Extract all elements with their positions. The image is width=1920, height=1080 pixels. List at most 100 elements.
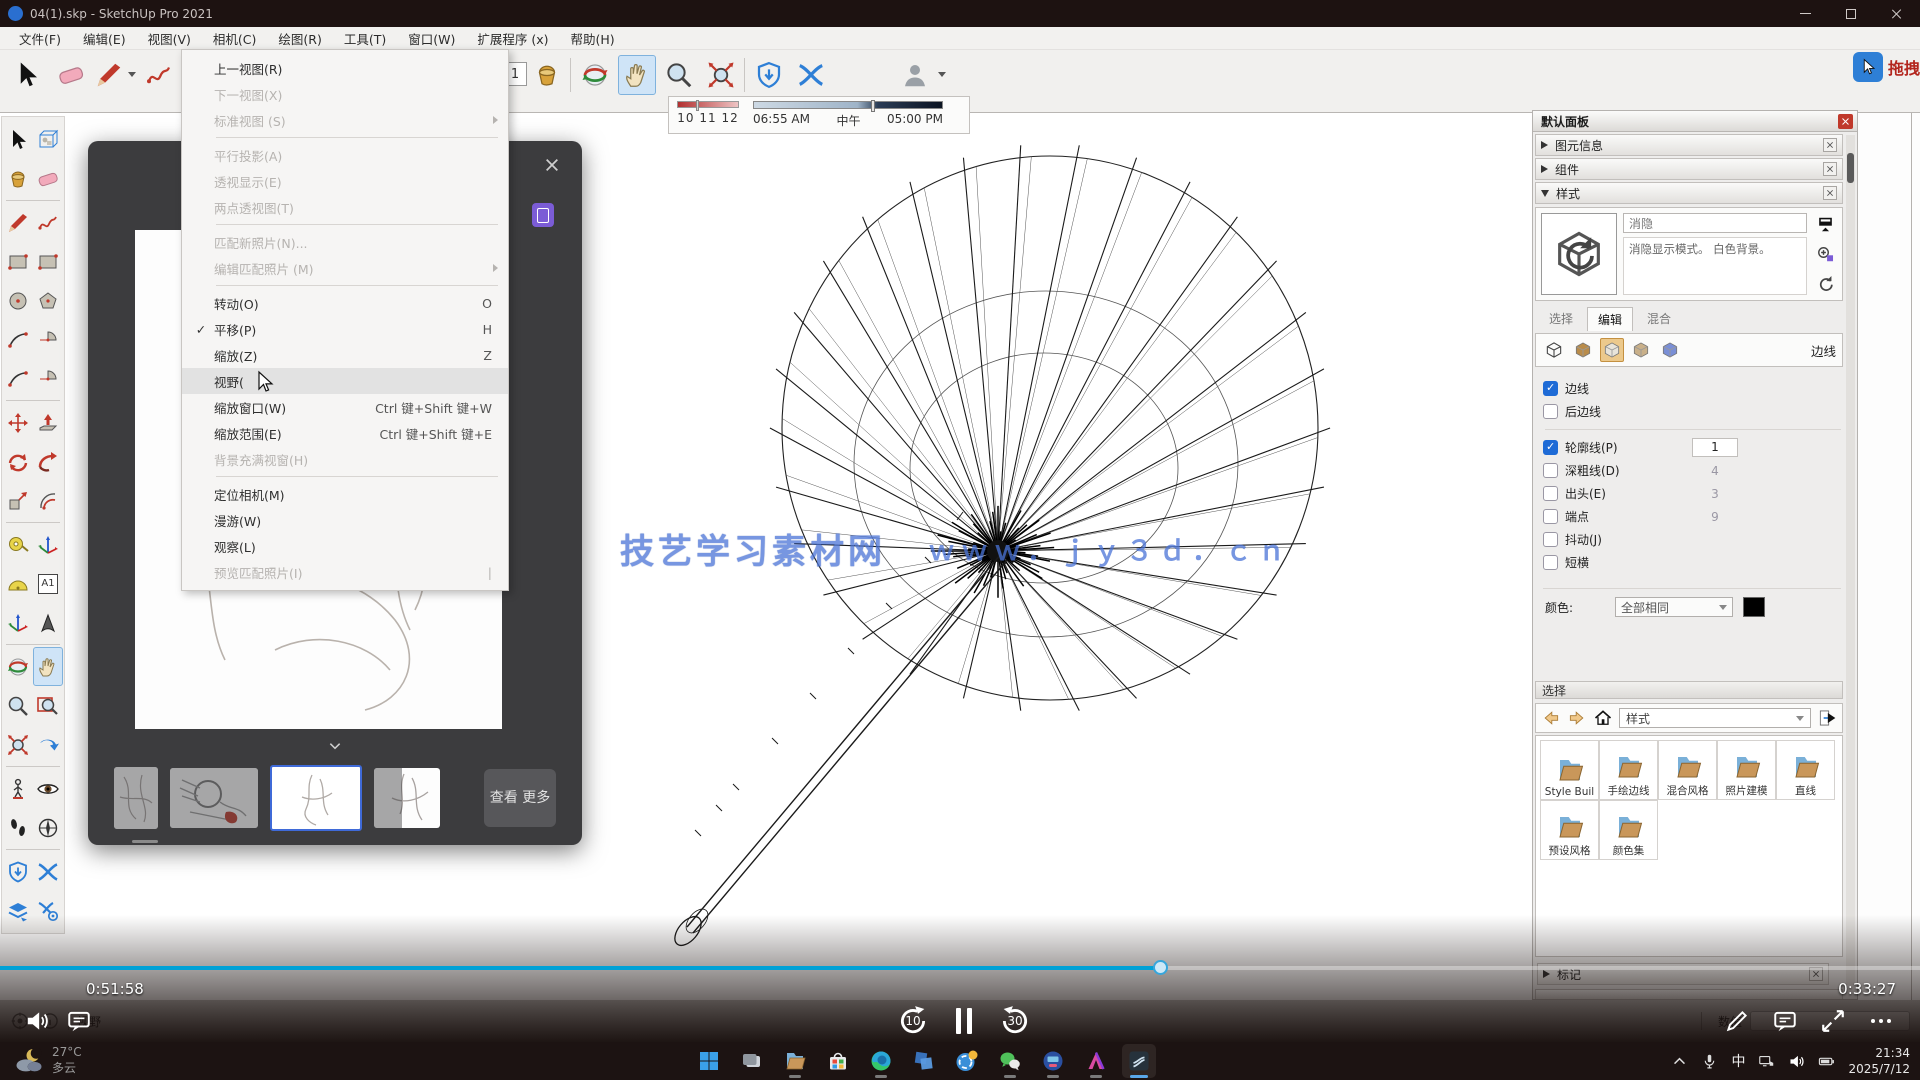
line-tool-button[interactable] (94, 55, 124, 95)
check-profiles[interactable]: 轮廓线(P)1 (1543, 436, 1843, 459)
menu-file[interactable]: 文件(F) (8, 27, 72, 50)
position-camera-tool[interactable] (3, 769, 33, 808)
start-button[interactable] (692, 1044, 726, 1078)
menu-item-walk[interactable]: 漫游(W) (182, 507, 508, 533)
zoom-extents-tool[interactable] (3, 725, 33, 764)
sketchup-taskbar-button[interactable] (1122, 1044, 1156, 1078)
network-icon[interactable] (1758, 1053, 1775, 1070)
paint-bucket-button[interactable] (528, 55, 566, 95)
watermark-settings-icon[interactable] (1629, 338, 1653, 362)
section-styles[interactable]: 样式 (1535, 182, 1843, 204)
subtitle-icon[interactable] (1772, 1008, 1798, 1034)
wechat-button[interactable] (993, 1044, 1027, 1078)
design-app-button[interactable] (1079, 1044, 1113, 1078)
offset-tool[interactable] (33, 481, 63, 520)
media-app-button[interactable] (1036, 1044, 1070, 1078)
microphone-icon[interactable] (1701, 1053, 1718, 1070)
tab-mix[interactable]: 混合 (1637, 307, 1681, 331)
rotate-tool[interactable] (3, 442, 33, 481)
pan-tool-button[interactable] (618, 55, 656, 95)
fullscreen-icon[interactable] (1820, 1008, 1846, 1034)
weather-widget[interactable]: 27°C 多云 (14, 1045, 82, 1076)
check-endpoints[interactable]: 端点9 (1543, 505, 1843, 528)
forward-30-button[interactable]: 30 (998, 1004, 1032, 1038)
eraser-tool[interactable] (33, 159, 63, 198)
section-entity-info[interactable]: 图元信息 (1535, 134, 1843, 156)
photos-button[interactable] (907, 1044, 941, 1078)
menu-tools[interactable]: 工具(T) (333, 27, 397, 50)
menu-item-orbit[interactable]: 转动(O)O (182, 290, 508, 316)
eraser-tool-button[interactable] (52, 55, 90, 95)
make-component-tool[interactable] (33, 120, 63, 159)
style-folder[interactable]: 混合风格 (1658, 740, 1717, 800)
menu-help[interactable]: 帮助(H) (560, 27, 626, 50)
3d-text-tool[interactable] (33, 603, 63, 642)
menu-item-zoom-extents[interactable]: 缩放范围(E)Ctrl 键+Shift 键+E (182, 420, 508, 446)
polygon-tool[interactable] (33, 281, 63, 320)
background-settings-icon[interactable] (1600, 338, 1624, 362)
thumbnail-2[interactable] (170, 768, 258, 828)
drag-overlay-badge[interactable]: 拖拽 (1853, 52, 1920, 82)
profiles-value-input[interactable]: 1 (1692, 438, 1738, 457)
tab-edit[interactable]: 编辑 (1587, 307, 1633, 331)
extension-wave-button[interactable] (792, 55, 830, 95)
edge-button[interactable] (864, 1044, 898, 1078)
circle-tool[interactable] (3, 281, 33, 320)
extension-layers-tool[interactable] (3, 891, 33, 930)
ime-indicator[interactable]: 中 (1731, 1051, 1745, 1071)
pan-tool[interactable] (33, 647, 63, 686)
edge-color-swatch[interactable] (1743, 597, 1765, 617)
store-button[interactable] (821, 1044, 855, 1078)
edge-settings-icon[interactable] (1542, 338, 1566, 362)
arc-3pt-tool[interactable] (3, 359, 33, 398)
menu-item-zoom-window[interactable]: 缩放窗口(W)Ctrl 键+Shift 键+W (182, 394, 508, 420)
progress-handle[interactable] (1153, 960, 1168, 975)
update-style-icon[interactable] (1816, 274, 1835, 293)
axes-tool[interactable] (3, 603, 33, 642)
style-folder[interactable]: 颜色集 (1599, 800, 1658, 860)
freehand-tool-button[interactable] (140, 55, 178, 95)
zoom-window-tool[interactable] (33, 686, 63, 725)
pause-button[interactable] (956, 1008, 972, 1034)
scale-tool[interactable] (3, 481, 33, 520)
protractor-tool[interactable] (3, 564, 33, 603)
shadow-date-slider[interactable] (677, 101, 739, 108)
panel-close-icon[interactable] (1838, 114, 1853, 129)
viewer-collapse-chevron-icon[interactable] (326, 739, 344, 753)
menu-item-look-around[interactable]: 观察(L) (182, 533, 508, 559)
menu-item-zoom[interactable]: 缩放(Z)Z (182, 342, 508, 368)
previous-view-tool[interactable] (33, 725, 63, 764)
battery-icon[interactable] (1818, 1053, 1835, 1070)
thumbnail-1[interactable] (114, 767, 158, 829)
dimension-tool[interactable] (33, 525, 63, 564)
minimize-button[interactable] (1782, 0, 1828, 27)
extension-gear-tool[interactable] (33, 891, 63, 930)
account-button[interactable] (896, 55, 934, 95)
home-icon[interactable] (1593, 708, 1613, 728)
style-folder[interactable]: 直线 (1776, 740, 1835, 800)
text-tool[interactable]: A1 (33, 564, 63, 603)
style-folder[interactable]: Style Buil (1540, 740, 1599, 800)
maximize-button[interactable] (1828, 0, 1874, 27)
style-name-input[interactable]: 消隐 (1623, 213, 1807, 233)
video-progress-bar[interactable] (0, 966, 1920, 970)
color-mode-dropdown[interactable]: 全部相同 (1615, 597, 1733, 617)
style-description[interactable]: 消隐显示模式。 白色背景。 (1623, 237, 1807, 295)
clipboard-icon[interactable] (532, 203, 554, 227)
display-secondary-pane-icon[interactable] (1816, 215, 1835, 234)
pie-filled-tool[interactable] (33, 359, 63, 398)
style-folder[interactable]: 手绘边线 (1599, 740, 1658, 800)
forward-arrow-icon[interactable] (1567, 708, 1587, 728)
menu-edit[interactable]: 编辑(E) (72, 27, 137, 50)
speaker-icon[interactable] (1788, 1053, 1805, 1070)
check-edges[interactable]: 边线 (1543, 377, 1843, 400)
menu-view[interactable]: 视图(V) (137, 27, 202, 50)
close-button[interactable] (1874, 0, 1920, 27)
tab-select[interactable]: 选择 (1539, 307, 1583, 331)
viewer-close-icon[interactable] (544, 157, 560, 173)
follow-me-tool[interactable] (33, 442, 63, 481)
modeling-settings-icon[interactable] (1658, 338, 1682, 362)
menu-extensions[interactable]: 扩展程序 (x) (466, 27, 559, 50)
more-options-icon[interactable] (1868, 1008, 1894, 1034)
select-tool[interactable] (3, 120, 33, 159)
